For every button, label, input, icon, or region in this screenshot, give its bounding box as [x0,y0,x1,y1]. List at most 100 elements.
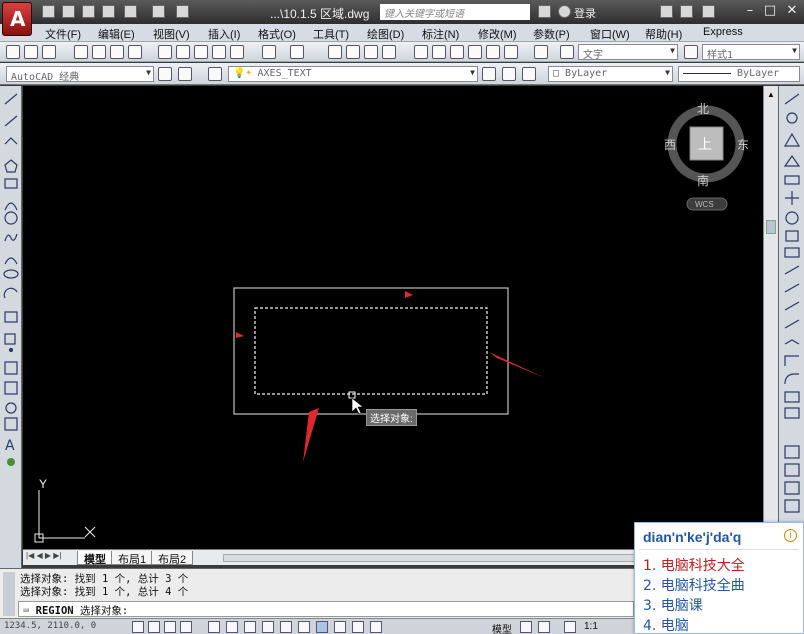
block-editor-icon[interactable] [230,45,244,59]
erase-icon[interactable] [784,93,800,105]
join-icon[interactable] [784,339,800,345]
move-icon[interactable] [785,191,799,205]
draworder-back-icon[interactable] [784,463,800,477]
object-snap-icon[interactable] [226,621,238,633]
infer-constraints-icon[interactable] [132,621,144,633]
copy-object-icon[interactable] [786,112,798,124]
offset-icon[interactable] [783,154,801,167]
properties-icon[interactable] [414,45,428,59]
region-icon[interactable] [5,402,17,414]
outer-rectangle[interactable] [233,287,509,415]
draworder-above-icon[interactable] [784,481,800,495]
redo-toolbar-icon[interactable] [290,45,304,59]
vertical-scrollbar[interactable]: ▲ [763,86,778,549]
ime-candidate[interactable]: 3. 电脑课 [643,595,703,615]
draworder-icon[interactable] [784,445,800,459]
quick-view-drawings-icon[interactable] [538,621,550,633]
close-button[interactable]: ✕ [784,3,800,19]
mirror-icon[interactable] [783,132,801,147]
annotation-scale-icon[interactable] [564,621,576,633]
menu-file[interactable]: 文件(F) [45,26,81,42]
multiline-text-icon[interactable]: A [5,438,15,454]
array-icon[interactable] [784,175,800,185]
menu-express[interactable]: Express [703,26,743,38]
publish-icon[interactable] [124,5,137,18]
text-style-select[interactable]: 文字 ▼ [578,44,678,61]
open-file-icon[interactable] [24,45,38,59]
break-icon[interactable] [784,319,800,329]
plot-preview-icon[interactable] [92,45,106,59]
undo-toolbar-icon[interactable] [262,45,276,59]
quick-properties-icon[interactable] [352,621,364,633]
star-icon[interactable] [680,5,693,18]
help-toolbar-icon[interactable] [534,45,548,59]
ime-candidate[interactable]: 4. 电脑 [643,615,689,634]
new-icon[interactable] [42,5,55,18]
calculator-icon[interactable] [504,45,518,59]
table-icon[interactable] [4,417,18,431]
3d-object-snap-icon[interactable] [244,621,256,633]
menu-window[interactable]: 窗口(W) [590,26,630,42]
ime-candidate[interactable]: 2. 电脑科技全曲 [643,575,745,595]
design-center-icon[interactable] [432,45,446,59]
tab-model[interactable]: 模型 [77,551,113,566]
minimize-button[interactable]: – [742,3,758,19]
lineweight-icon[interactable] [316,621,328,633]
command-window-grip[interactable] [3,572,15,616]
menu-modify[interactable]: 修改(M) [478,26,517,42]
menu-insert[interactable]: 插入(I) [208,26,240,42]
model-space-label[interactable]: 模型 [492,621,512,634]
layer-select[interactable]: 💡☀ AXES_TEXT ▼ [228,66,478,82]
copy-icon[interactable] [176,45,190,59]
arc-icon[interactable] [4,202,18,211]
menu-format[interactable]: 格式(O) [258,26,296,42]
object-snap-tracking-icon[interactable] [262,621,274,633]
exchange-icon[interactable] [660,5,673,18]
save-icon[interactable] [82,5,95,18]
3d-dwf-icon[interactable] [128,45,142,59]
search-input[interactable]: 键入关键字或短语 [380,4,530,20]
info-icon[interactable]: i [784,529,797,542]
fillet-icon[interactable] [784,373,799,385]
save-as-icon[interactable] [102,5,115,18]
circle-icon[interactable] [4,211,18,225]
tool-palettes-icon[interactable] [450,45,464,59]
point-icon[interactable] [8,347,14,353]
linetype-select[interactable]: ByLayer [678,66,800,82]
markup-icon[interactable] [486,45,500,59]
selection-cycling-icon[interactable] [370,621,382,633]
stretch-icon[interactable] [784,247,800,258]
maximize-button[interactable]: □ [762,3,778,19]
text-style-icon[interactable] [560,45,574,59]
gradient-icon[interactable] [4,381,18,395]
quick-view-layouts-icon[interactable] [520,621,532,633]
pan-icon[interactable] [328,45,342,59]
menu-parametric[interactable]: 参数(P) [533,26,570,42]
application-menu-button[interactable] [2,2,32,36]
construction-line-icon[interactable] [4,115,18,127]
hatch-icon[interactable] [4,361,18,375]
add-selected-icon[interactable] [7,458,15,466]
draworder-below-icon[interactable] [784,499,800,513]
menu-view[interactable]: 视图(V) [153,26,190,42]
layer-manager-icon[interactable] [208,67,222,81]
chamfer-icon[interactable] [784,355,799,366]
make-block-icon[interactable] [4,333,16,345]
match-properties-icon[interactable] [212,45,226,59]
binoculars-icon[interactable] [538,5,551,18]
zoom-realtime-icon[interactable] [346,45,360,59]
menu-edit[interactable]: 编辑(E) [98,26,135,42]
make-current-layer-icon[interactable] [482,67,496,81]
menu-tools[interactable]: 工具(T) [313,26,349,42]
publish-toolbar-icon[interactable] [110,45,124,59]
tab-nav-icons[interactable]: |◀ ◀ ▶ ▶| [26,551,61,560]
trim-icon[interactable] [784,265,800,275]
sheet-set-icon[interactable] [468,45,482,59]
line-icon[interactable] [4,93,18,105]
tab-layout2[interactable]: 布局2 [151,551,194,566]
scale-icon[interactable] [785,230,799,242]
revision-cloud-icon[interactable] [4,233,18,242]
transparency-icon[interactable] [334,621,346,633]
cut-icon[interactable] [158,45,172,59]
command-input[interactable]: ⌨ REGION 选择对象: [18,601,634,617]
